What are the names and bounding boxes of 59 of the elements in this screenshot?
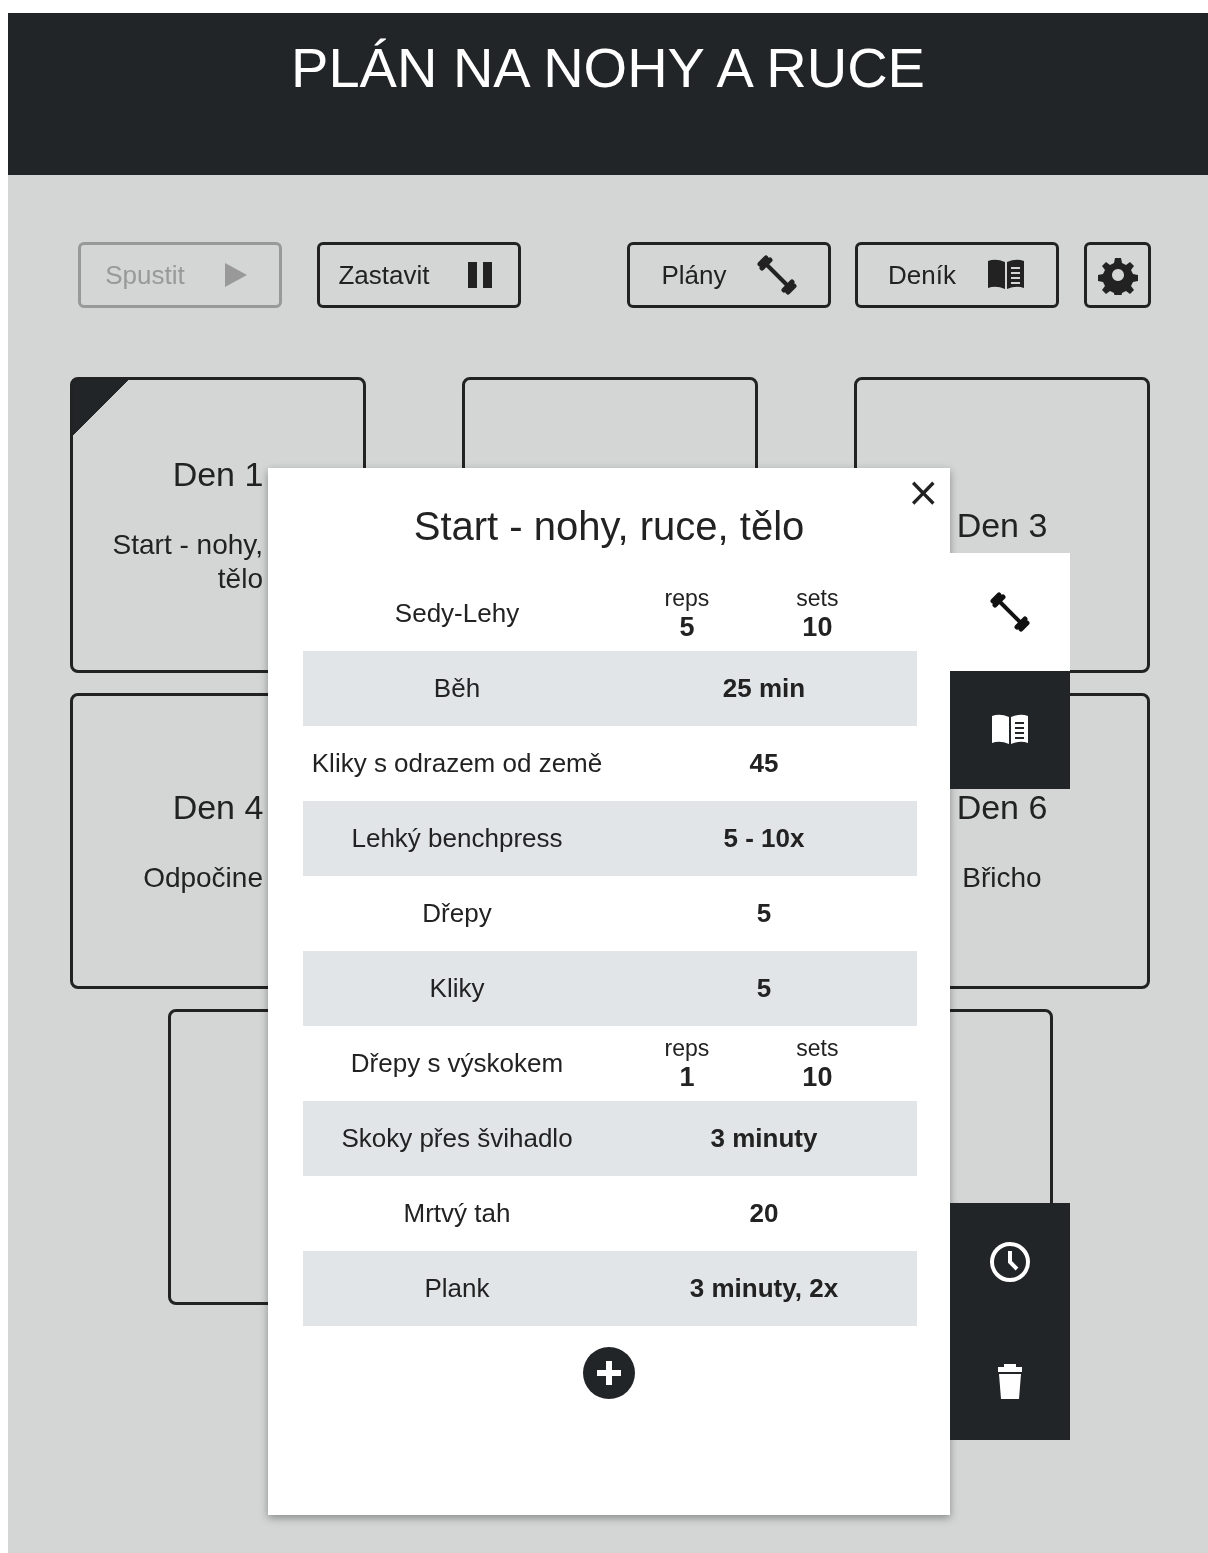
exercise-row[interactable]: Kliky 5 bbox=[303, 951, 917, 1026]
exercise-row[interactable]: Plank 3 minuty, 2x bbox=[303, 1251, 917, 1326]
reps-value: 5 bbox=[679, 611, 695, 643]
day-description: Odpočine bbox=[143, 860, 263, 895]
book-icon bbox=[992, 714, 1028, 744]
exercise-row[interactable]: Skoky přes švihadlo 3 minuty bbox=[303, 1101, 917, 1176]
exercise-row[interactable]: Běh 25 min bbox=[303, 651, 917, 726]
exercise-value: 5 - 10x bbox=[722, 823, 806, 854]
sets-value: 10 bbox=[802, 1061, 833, 1093]
day-title: Den 1 bbox=[172, 454, 264, 494]
book-icon bbox=[987, 259, 1024, 289]
exercise-name: Skoky přes švihadlo bbox=[340, 1123, 574, 1154]
toolbar-button[interactable]: Deník bbox=[855, 242, 1059, 308]
toolbar-button[interactable]: Zastavit bbox=[317, 242, 521, 308]
dialog-title: Start - nohy, ruce, tělo bbox=[412, 504, 806, 550]
exercise-value: 3 minuty, 2x bbox=[688, 1273, 840, 1304]
day-description: Břicho bbox=[962, 860, 1042, 895]
exercise-value: 25 min bbox=[721, 673, 807, 704]
pause-icon bbox=[467, 262, 492, 288]
clock-icon bbox=[988, 1240, 1032, 1285]
settings-button[interactable] bbox=[1084, 242, 1151, 308]
day-description: tělo bbox=[217, 561, 263, 596]
exercise-value: 5 bbox=[755, 973, 773, 1004]
close-button[interactable]: × bbox=[902, 472, 944, 512]
reps-label: reps bbox=[664, 584, 710, 612]
exercise-value: 5 bbox=[755, 898, 773, 929]
side-tab[interactable] bbox=[950, 671, 1070, 789]
reps-label: reps bbox=[664, 1034, 710, 1062]
exercise-row[interactable]: Dřepy s výskokem reps 1 sets 10 bbox=[303, 1026, 917, 1101]
exercise-name: Dřepy s výskokem bbox=[349, 1048, 565, 1079]
exercise-name: Mrtvý tah bbox=[402, 1198, 512, 1229]
exercise-name: Plank bbox=[423, 1273, 491, 1304]
settings-icon bbox=[1097, 255, 1138, 295]
sets-label: sets bbox=[796, 1034, 839, 1062]
exercise-value: 20 bbox=[748, 1198, 780, 1229]
dumbbell-icon bbox=[757, 255, 796, 295]
exercise-value: 45 bbox=[748, 748, 780, 779]
sets-label: sets bbox=[796, 584, 839, 612]
reps-value: 1 bbox=[679, 1061, 695, 1093]
exercise-row[interactable]: Mrtvý tah 20 bbox=[303, 1176, 917, 1251]
clock-button[interactable] bbox=[988, 1240, 1032, 1285]
day-title: Den 6 bbox=[956, 787, 1048, 827]
add-icon bbox=[583, 1347, 635, 1399]
add-button[interactable] bbox=[583, 1347, 635, 1399]
exercise-name: Dřepy bbox=[421, 898, 493, 929]
page-title: PLÁN NA NOHY A RUCE bbox=[291, 35, 925, 99]
exercise-row[interactable]: Lehký benchpress 5 - 10x bbox=[303, 801, 917, 876]
exercise-value: 3 minuty bbox=[709, 1123, 819, 1154]
exercise-name: Kliky bbox=[428, 973, 486, 1004]
play-icon bbox=[224, 263, 247, 287]
dumbbell-icon bbox=[990, 592, 1030, 632]
toolbar-button[interactable]: Plány bbox=[627, 242, 831, 308]
day-description: Start - nohy, bbox=[112, 527, 263, 562]
day-title: Den 4 bbox=[172, 787, 264, 827]
exercise-name: Běh bbox=[432, 673, 482, 704]
exercise-name: Sedy-Lehy bbox=[393, 598, 521, 629]
side-tab[interactable] bbox=[950, 553, 1070, 671]
sets-value: 10 bbox=[802, 611, 833, 643]
day-title: Den 3 bbox=[956, 505, 1048, 545]
